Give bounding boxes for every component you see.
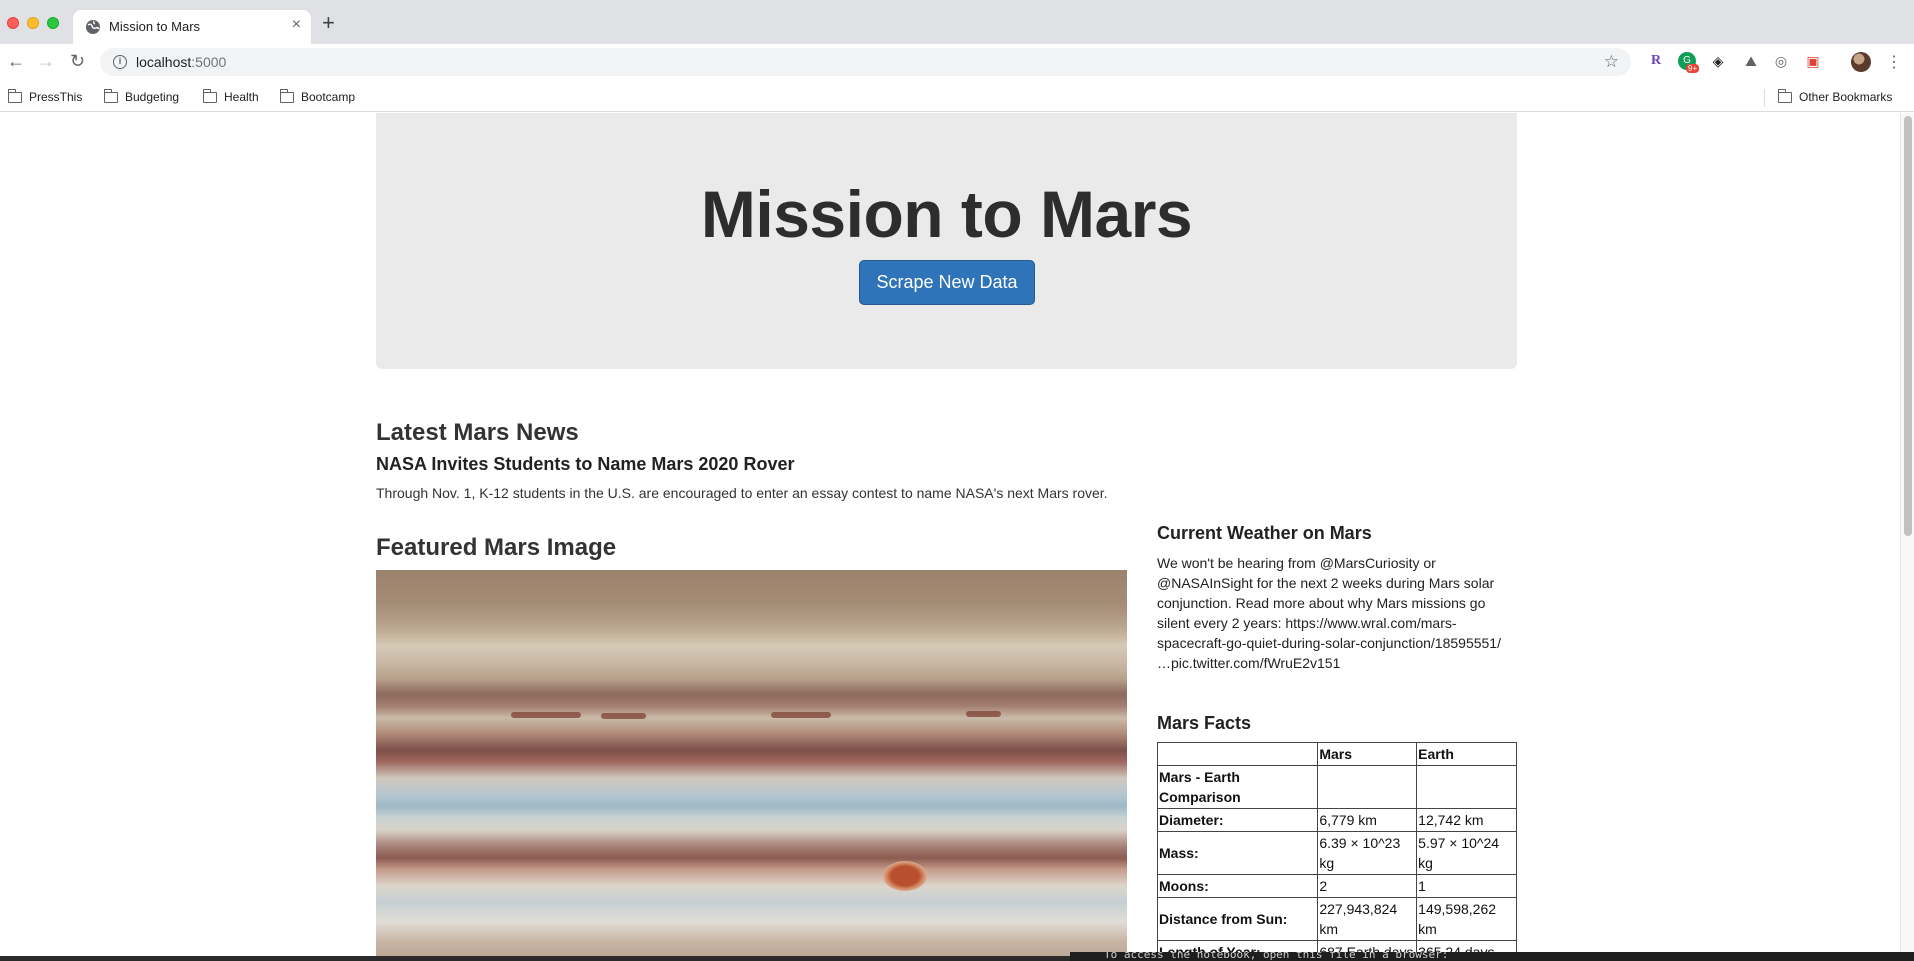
- news-heading: Latest Mars News: [376, 419, 579, 446]
- news-teaser: Through Nov. 1, K-12 students in the U.S…: [376, 485, 1108, 501]
- bookmarks-separator: [1764, 89, 1765, 107]
- earth-value: 5.97 × 10^24 kg: [1416, 831, 1517, 875]
- window-maximize-icon[interactable]: [47, 17, 59, 29]
- image-band: [771, 712, 831, 718]
- weather-heading: Current Weather on Mars: [1157, 523, 1372, 543]
- cast-icon[interactable]: ▣: [1804, 52, 1822, 70]
- info-icon[interactable]: i: [113, 55, 127, 69]
- window-close-icon[interactable]: [7, 17, 19, 29]
- browser-menu-icon[interactable]: ⋮: [1886, 52, 1902, 72]
- mars-value: 2: [1317, 874, 1418, 898]
- page-scrollbar[interactable]: [1900, 113, 1914, 961]
- bookmarks-bar: PressThis Budgeting Health Bootcamp Othe…: [0, 82, 1914, 112]
- facts-heading: Mars Facts: [1157, 713, 1252, 733]
- folder-icon: [104, 88, 118, 103]
- row-label: Mass:: [1156, 831, 1319, 875]
- forward-arrow-icon[interactable]: →: [37, 52, 55, 70]
- window-minimize-icon[interactable]: [27, 17, 39, 29]
- table-header-row: Mars Earth: [1156, 742, 1517, 766]
- mars-value: 6.39 × 10^23 kg: [1317, 831, 1418, 875]
- mars-value: 227,943,824 km: [1317, 897, 1418, 941]
- featured-mars-image: [376, 570, 1127, 961]
- image-band: [511, 712, 581, 718]
- extension-circle-icon[interactable]: ◎: [1772, 52, 1790, 70]
- earth-value: 12,742 km: [1416, 808, 1517, 832]
- row-label: Mars - Earth Comparison: [1156, 765, 1319, 809]
- desktop-background-strip: [0, 956, 1070, 961]
- url-port: :5000: [191, 54, 227, 70]
- profile-avatar[interactable]: [1851, 52, 1871, 72]
- extension-mountain-icon[interactable]: ⛰: [1742, 52, 1760, 70]
- new-tab-button[interactable]: +: [322, 12, 335, 34]
- bookmark-star-icon[interactable]: ☆: [1604, 52, 1619, 72]
- back-arrow-icon[interactable]: ←: [7, 52, 25, 70]
- row-label: Moons:: [1156, 874, 1319, 898]
- extension-r-icon[interactable]: R: [1647, 52, 1665, 70]
- extension-badge: 9+: [1686, 64, 1700, 73]
- earth-value: [1416, 765, 1517, 809]
- mars-value: [1317, 765, 1418, 809]
- terminal-window-edge: To access the notebook, open this file i…: [1070, 952, 1914, 961]
- storm-spot: [883, 861, 927, 891]
- globe-icon: [86, 20, 100, 34]
- bookmark-pressthis[interactable]: PressThis: [8, 82, 82, 112]
- bookmark-label: Other Bookmarks: [1799, 90, 1893, 104]
- bookmark-bootcamp[interactable]: Bootcamp: [280, 82, 355, 112]
- column-header: Mars: [1317, 742, 1418, 766]
- bookmark-label: PressThis: [29, 90, 83, 104]
- jumbotron: Mission to Mars Scrape New Data: [376, 113, 1517, 369]
- mars-value: 6,779 km: [1317, 808, 1418, 832]
- row-label: Distance from Sun:: [1156, 897, 1319, 941]
- table-row: Mars - Earth Comparison: [1156, 765, 1517, 809]
- tab-title: Mission to Mars: [109, 19, 201, 34]
- row-label: Diameter:: [1156, 808, 1319, 832]
- news-title: NASA Invites Students to Name Mars 2020 …: [376, 454, 795, 474]
- folder-icon: [8, 88, 22, 103]
- table-row: Moons: 2 1: [1156, 874, 1517, 898]
- image-band: [966, 711, 1001, 717]
- earth-value: 149,598,262 km: [1416, 897, 1517, 941]
- browser-tab[interactable]: Mission to Mars ×: [73, 10, 311, 44]
- folder-icon: [203, 88, 217, 103]
- reload-icon[interactable]: ↻: [70, 52, 85, 70]
- mars-facts-table: Mars Earth Mars - Earth Comparison Diame…: [1156, 742, 1517, 961]
- weather-text: We won't be hearing from @MarsCuriosity …: [1157, 555, 1501, 671]
- page-title: Mission to Mars: [700, 177, 1193, 251]
- browser-titlebar: Mission to Mars × +: [0, 0, 1914, 44]
- bookmark-label: Bootcamp: [301, 90, 356, 104]
- folder-icon: [1778, 88, 1792, 103]
- column-header: [1156, 742, 1319, 766]
- table-row: Diameter: 6,779 km 12,742 km: [1156, 808, 1517, 832]
- featured-image-heading: Featured Mars Image: [376, 534, 617, 561]
- table-row: Mass: 6.39 × 10^23 kg 5.97 × 10^24 kg: [1156, 831, 1517, 875]
- bookmark-budgeting[interactable]: Budgeting: [104, 82, 179, 112]
- image-band: [601, 713, 646, 719]
- bookmark-label: Budgeting: [125, 90, 180, 104]
- column-header: Earth: [1416, 742, 1517, 766]
- tab-close-icon[interactable]: ×: [292, 16, 301, 34]
- bookmark-label: Health: [224, 90, 259, 104]
- scrape-new-data-button[interactable]: Scrape New Data: [859, 260, 1035, 305]
- extension-layers-icon[interactable]: ◈: [1709, 52, 1727, 70]
- page-viewport: Mission to Mars Scrape New Data Latest M…: [0, 113, 1914, 961]
- url-host: localhost: [136, 54, 192, 70]
- address-bar[interactable]: i localhost:5000 ☆: [100, 48, 1631, 76]
- terminal-text: To access the notebook, open this file i…: [1104, 952, 1449, 961]
- table-row: Distance from Sun: 227,943,824 km 149,59…: [1156, 897, 1517, 941]
- url-text[interactable]: localhost:5000: [136, 54, 226, 70]
- scrollbar-thumb[interactable]: [1904, 116, 1912, 536]
- earth-value: 1: [1416, 874, 1517, 898]
- folder-icon: [280, 88, 294, 103]
- bookmark-health[interactable]: Health: [203, 82, 259, 112]
- other-bookmarks[interactable]: Other Bookmarks: [1778, 82, 1892, 112]
